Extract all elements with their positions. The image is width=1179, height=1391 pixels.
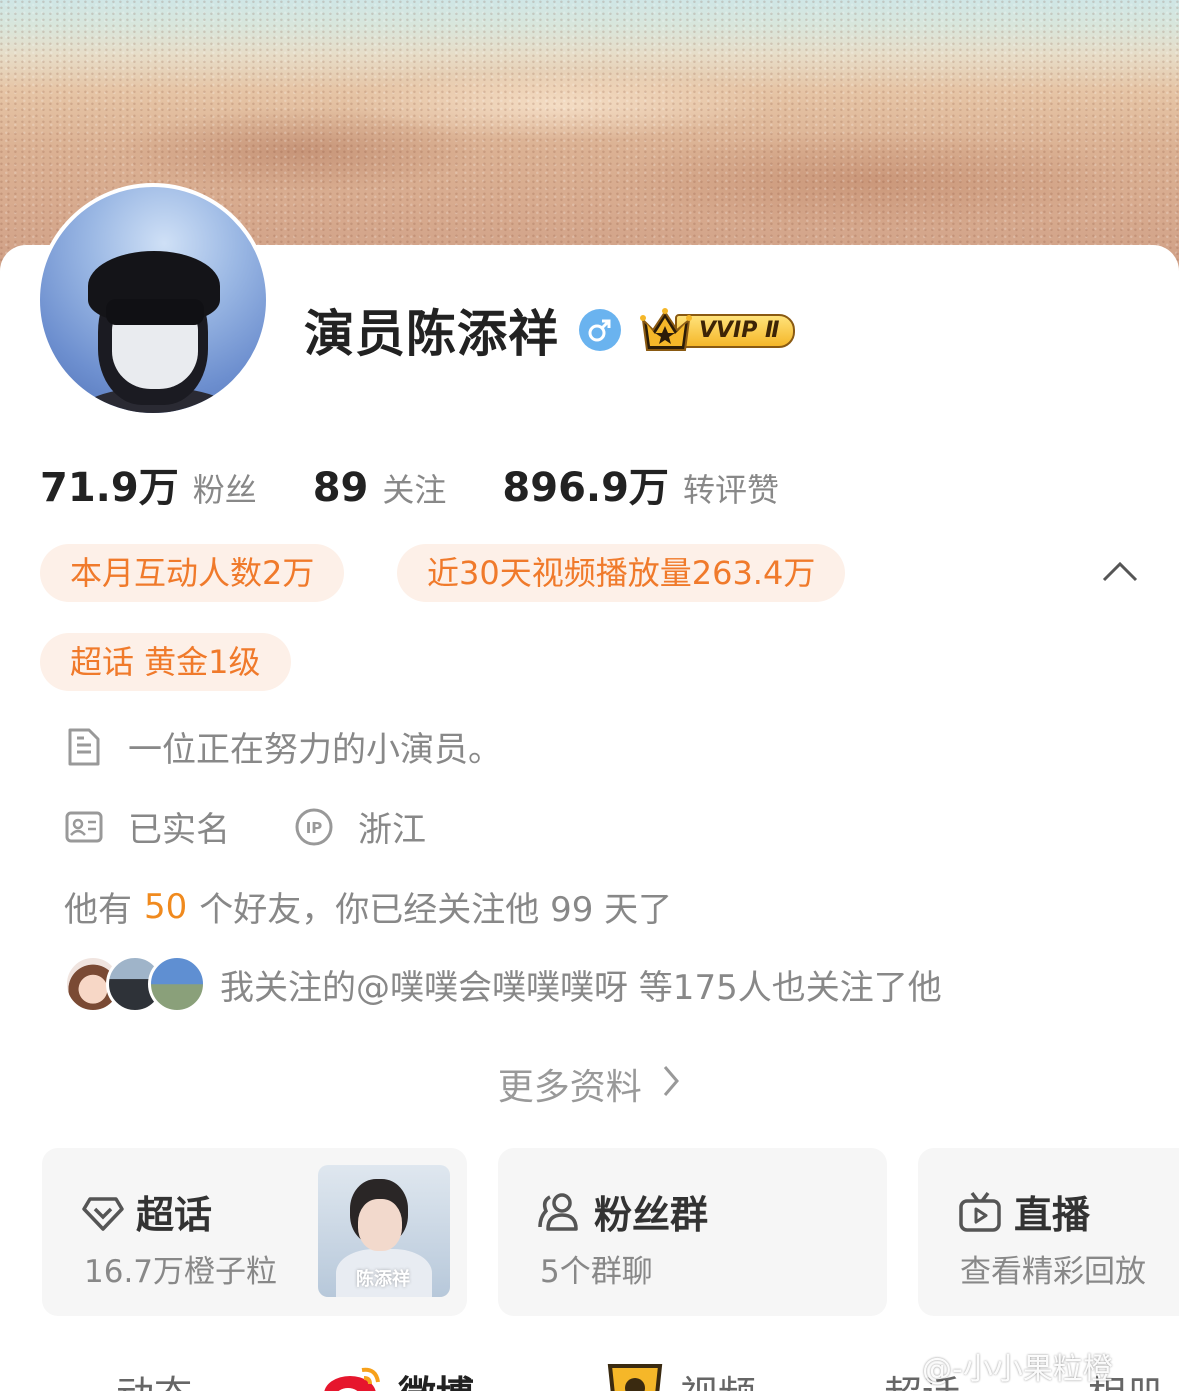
video-views-badge[interactable]: 近30天视频播放量263.4万 [397,544,846,602]
more-info-link[interactable]: 更多资料 [0,1058,1179,1110]
verification-row: 已实名 IP 浙江 [64,802,426,851]
group-icon [538,1192,578,1231]
name-row: 演员陈添祥 VVIP Ⅱ [304,298,801,363]
supertopic-title: 超话 [136,1193,213,1237]
live-title-row: 直播 [958,1184,1090,1239]
vip-badge[interactable]: VVIP Ⅱ [637,306,801,354]
friends-row[interactable]: 他有 50 个好友，你已经关注他 99 天了 [64,882,672,931]
ip-location-text: 浙江 [358,810,426,850]
tab-weibo[interactable]: 微博 [398,1364,474,1391]
crown-icon [640,308,692,351]
followers-count: 71.9万 [40,465,179,511]
interaction-badge[interactable]: 本月互动人数2万 [40,544,345,602]
friends-suffix: 个好友，你已经关注他 99 天了 [199,890,673,930]
likes-stat[interactable]: 896.9万 转评赞 [502,455,779,513]
document-icon [68,728,100,765]
avatar[interactable] [36,183,270,417]
following-count: 89 [312,465,369,511]
svg-text:IP: IP [306,819,323,837]
fan-group-title: 粉丝群 [594,1193,709,1237]
tab-dynamics[interactable]: 动态 [116,1364,192,1391]
tv-icon [959,1191,1001,1232]
mutual-follow-text: 我关注的@噗噗会噗噗噗呀 等175人也关注了他 [220,967,942,1008]
followers-label: 粉丝 [192,471,257,509]
fan-group-sub: 5个群聊 [540,1254,653,1290]
supertopic-title-row: 超话 [82,1184,212,1239]
fan-group-tile[interactable]: 粉丝群 5个群聊 [498,1148,887,1316]
watermark-text: @-小小果粒橙 [922,1352,1113,1387]
fan-group-title-row: 粉丝群 [538,1184,708,1239]
friends-prefix: 他有 [64,890,132,930]
poster-face [358,1199,402,1251]
live-tile[interactable]: 直播 查看精彩回放 [918,1148,1179,1316]
real-name-verified-text: 已实名 [128,810,230,850]
chevron-right-icon [661,1063,681,1108]
stats-row: 71.9万 粉丝 89 关注 896.9万 转评赞 [40,455,835,513]
diamond-icon [82,1196,124,1231]
following-label: 关注 [382,471,447,509]
tab-video[interactable]: 视频 [680,1364,756,1391]
likes-count: 896.9万 [502,465,669,511]
friends-count: 50 [144,886,188,927]
male-icon [579,309,621,351]
live-sub: 查看精彩回放 [960,1254,1146,1290]
mutual-follows-row[interactable]: 我关注的@噗噗会噗噗噗呀 等175人也关注了他 [64,955,942,1013]
watermark: @-小小果粒橙 [922,1344,1113,1388]
poster-name: 陈添祥 [356,1269,410,1290]
followers-stat[interactable]: 71.9万 粉丝 [40,455,257,513]
supertopic-sub: 16.7万橙子粒 [84,1254,278,1290]
more-info-label: 更多资料 [497,1067,642,1108]
following-stat[interactable]: 89 关注 [313,465,447,511]
mutual-avatar [148,955,206,1013]
chevron-up-icon[interactable] [1102,558,1138,590]
profile-name: 演员陈添祥 [304,305,559,363]
ip-location-icon: IP [295,808,333,845]
live-title: 直播 [1014,1193,1091,1237]
likes-label: 转评赞 [682,471,779,509]
bio-text: 一位正在努力的小演员。 [128,730,502,770]
weibo-logo-icon [322,1364,384,1391]
video-badge-icon [604,1362,666,1391]
supertopic-poster[interactable]: 陈添祥 [318,1165,450,1297]
id-card-icon [65,811,103,842]
supertopic-level-badge[interactable]: 超话 黄金1级 [40,633,291,691]
avatar-sunglasses [106,299,204,325]
bio-row: 一位正在努力的小演员。 [64,722,502,771]
